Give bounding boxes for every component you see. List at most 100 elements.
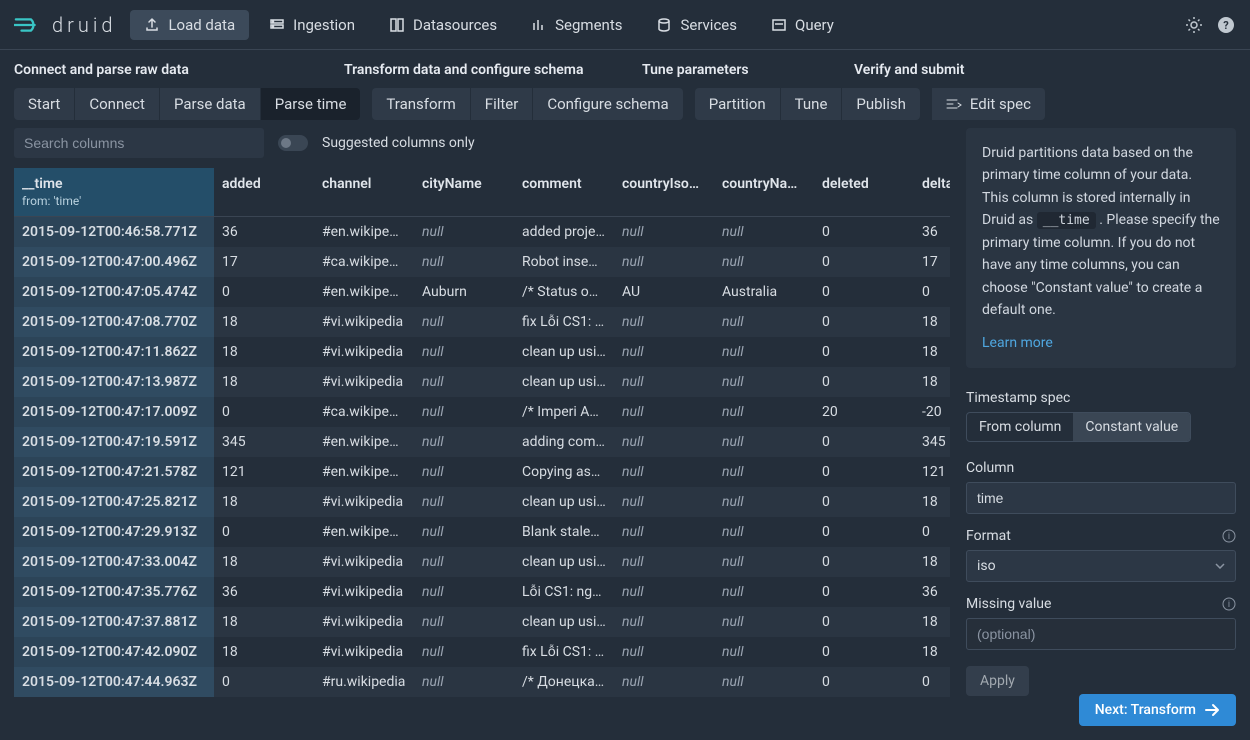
table-cell: null — [414, 397, 514, 427]
step-partition[interactable]: Partition — [695, 88, 780, 120]
table-cell: 2015-09-12T00:47:44.963Z — [14, 667, 214, 697]
nav-datasources[interactable]: Datasources — [375, 10, 511, 40]
help-button[interactable]: ? — [1216, 15, 1236, 35]
table-cell: null — [614, 577, 714, 607]
table-cell: 18 — [914, 307, 950, 337]
table-cell: null — [714, 487, 814, 517]
from-column-button[interactable]: From column — [967, 413, 1073, 441]
segments-icon — [531, 17, 547, 33]
timestamp-spec-label: Timestamp spec — [966, 390, 1236, 406]
format-value: iso — [977, 558, 996, 574]
table-cell: 36 — [214, 216, 314, 247]
svg-text:i: i — [1228, 600, 1230, 610]
col-added[interactable]: added — [214, 168, 314, 216]
nav-services[interactable]: Services — [642, 10, 751, 40]
learn-more-link[interactable]: Learn more — [982, 332, 1053, 354]
col-cityname[interactable]: cityName — [414, 168, 514, 216]
table-cell: null — [614, 517, 714, 547]
table-cell: 18 — [214, 487, 314, 517]
suggested-columns-label: Suggested columns only — [322, 135, 475, 151]
table-cell: null — [614, 547, 714, 577]
nav-label: Services — [680, 16, 737, 34]
step-transform[interactable]: Transform — [372, 88, 469, 120]
svg-text:?: ? — [1223, 19, 1229, 32]
next-button[interactable]: Next: Transform — [1079, 694, 1236, 726]
table-cell: null — [714, 517, 814, 547]
table-cell: null — [414, 487, 514, 517]
table-cell: null — [414, 427, 514, 457]
step-parse-time[interactable]: Parse time — [261, 88, 361, 120]
col-time[interactable]: __time from: 'time' — [14, 168, 214, 216]
table-cell: 0 — [814, 247, 914, 277]
step-connect[interactable]: Connect — [75, 88, 159, 120]
table-cell: 0 — [814, 307, 914, 337]
nav-segments[interactable]: Segments — [517, 10, 636, 40]
table-cell: clean up usin… — [514, 487, 614, 517]
table-cell: null — [614, 307, 714, 337]
table-cell: 0 — [814, 487, 914, 517]
settings-button[interactable] — [1184, 15, 1204, 35]
table-cell: /* Status o…••• — [514, 277, 614, 307]
timestamp-mode-group: From column Constant value — [966, 412, 1191, 442]
nav-label: Datasources — [413, 16, 497, 34]
table-cell: fix Lỗi CS1: n… — [514, 637, 614, 667]
table-cell: 121 — [914, 457, 950, 487]
col-deleted[interactable]: deleted — [814, 168, 914, 216]
table-cell: 20 — [814, 397, 914, 427]
table-cell: #en.wikipedia — [314, 457, 414, 487]
missing-value-input[interactable] — [966, 618, 1236, 650]
wizard-group-labels: Connect and parse raw data Transform dat… — [0, 50, 1250, 82]
constant-value-button[interactable]: Constant value — [1073, 413, 1190, 441]
group-connect: Connect and parse raw data — [14, 62, 304, 78]
table-cell: null — [714, 247, 814, 277]
table-cell: null — [714, 547, 814, 577]
table-cell: 18 — [214, 637, 314, 667]
suggested-columns-toggle[interactable] — [278, 135, 308, 151]
table-cell: null — [614, 607, 714, 637]
info-icon[interactable]: i — [1222, 597, 1236, 611]
col-delta[interactable]: delta — [914, 168, 950, 216]
table-cell: clean up usin… — [514, 337, 614, 367]
col-channel[interactable]: channel — [314, 168, 414, 216]
col-countryisocode[interactable]: countryIsoCo… — [614, 168, 714, 216]
table-cell: 0 — [914, 667, 950, 697]
nav-query[interactable]: Query — [757, 10, 848, 40]
step-filter[interactable]: Filter — [471, 88, 533, 120]
missing-value-label: Missing value i — [966, 596, 1236, 612]
step-edit-spec[interactable]: Edit spec — [932, 88, 1045, 120]
table-row: 2015-09-12T00:47:35.776Z36#vi.wikipedian… — [14, 577, 950, 607]
table-cell: null — [614, 367, 714, 397]
table-cell: 18 — [914, 637, 950, 667]
nav-load-data[interactable]: Load data — [130, 10, 249, 40]
step-tune[interactable]: Tune — [781, 88, 842, 120]
table-cell: clean up usin… — [514, 367, 614, 397]
table-cell: #ca.wikipedia — [314, 397, 414, 427]
info-code: __time — [1037, 212, 1096, 229]
step-start[interactable]: Start — [14, 88, 74, 120]
upload-icon — [144, 17, 160, 33]
table-cell: 0 — [214, 277, 314, 307]
table-cell: 2015-09-12T00:47:11.862Z — [14, 337, 214, 367]
table-cell: 0 — [814, 337, 914, 367]
col-countryname[interactable]: countryName — [714, 168, 814, 216]
step-configure-schema[interactable]: Configure schema — [533, 88, 682, 120]
table-row: 2015-09-12T00:47:25.821Z18#vi.wikipedian… — [14, 487, 950, 517]
table-cell: 0 — [814, 667, 914, 697]
col-comment[interactable]: comment — [514, 168, 614, 216]
nav-ingestion[interactable]: Ingestion — [255, 10, 369, 40]
column-input[interactable] — [966, 482, 1236, 514]
table-cell: null — [714, 667, 814, 697]
apply-button[interactable]: Apply — [966, 666, 1029, 696]
table-cell: 18 — [214, 547, 314, 577]
table-cell: null — [714, 577, 814, 607]
search-columns-input[interactable] — [14, 128, 264, 158]
step-parse-data[interactable]: Parse data — [160, 88, 260, 120]
step-publish[interactable]: Publish — [842, 88, 919, 120]
table-cell: 18 — [914, 367, 950, 397]
format-select[interactable]: iso — [966, 550, 1236, 582]
info-icon[interactable]: i — [1222, 529, 1236, 543]
services-icon — [656, 17, 672, 33]
table-row: 2015-09-12T00:46:58.771Z36#en.wikipedian… — [14, 216, 950, 247]
table-cell: null — [414, 247, 514, 277]
table-cell: 18 — [214, 307, 314, 337]
